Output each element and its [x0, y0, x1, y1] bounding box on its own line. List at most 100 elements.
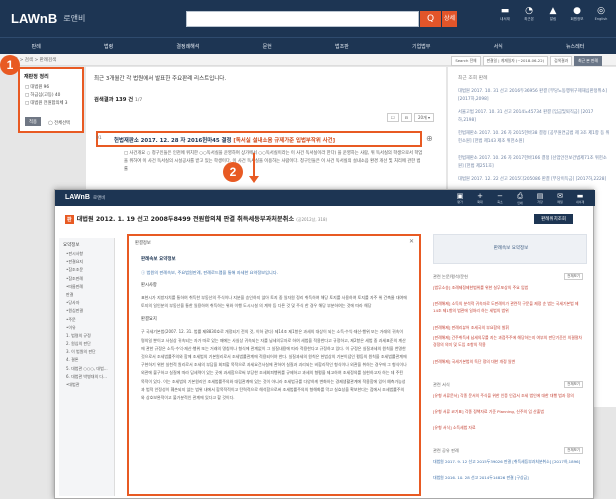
- menu-item[interactable]: 법조판: [335, 43, 349, 50]
- outline-item[interactable]: •참조조문: [66, 267, 114, 273]
- menu-item[interactable]: 법령: [104, 43, 113, 50]
- result-summary: □ 사건개요 ○ 청구인들은 인천에 위치한 ○○독서실을 운영하며 상가에서 …: [124, 151, 423, 172]
- minus-icon[interactable]: − 축소: [493, 192, 507, 205]
- outline-item[interactable]: •따름판례: [66, 284, 114, 290]
- outline-head: 요약정보: [63, 243, 80, 248]
- outline-item[interactable]: •판결요지: [66, 259, 114, 265]
- related-heading: 관련 논문/평석/문헌 전체보기: [433, 273, 587, 280]
- related-link[interactable]: [판례해제] 소득의 분석적 귀속자로 도판례이가 관련적 구문을 제정 순 법…: [433, 300, 583, 314]
- outline-item[interactable]: •참조판례: [66, 276, 114, 282]
- filter-option[interactable]: □ 대법원 96: [25, 84, 82, 90]
- app-logo[interactable]: LAWnB: [11, 11, 57, 26]
- top-icons: ▬ 내서재 ◔ 최근본 ▲ 알림 ● 회원정보 ◎ English: [496, 6, 610, 22]
- result-count: 검색결과 139 건 1/7: [94, 97, 143, 103]
- plus-icon[interactable]: + 확대: [473, 192, 487, 205]
- outline-item[interactable]: 3. 이 법원의 판단: [66, 349, 114, 355]
- outline-item[interactable]: 6. 대법관 박병대의 다...: [66, 374, 114, 380]
- outline-item[interactable]: 5. 대법관 ○○○, 대법...: [66, 366, 114, 372]
- bell-icon[interactable]: ▲ 알림: [544, 6, 562, 22]
- detail-search-button[interactable]: 상세: [442, 11, 457, 27]
- case-summary-panel: 판결정보 ✕ 판례속보 요약정보 ⓘ 법원의 판례속보, 주요법원판례, 판례로…: [127, 234, 421, 496]
- close-icon[interactable]: ✕: [409, 238, 414, 245]
- section-heading: 판결요지: [141, 317, 157, 323]
- save-icon[interactable]: ▤ 저장: [533, 192, 547, 205]
- print-icon[interactable]: ⎙ 인쇄: [513, 192, 527, 205]
- panel-title: 판결정보: [135, 241, 151, 246]
- related-link[interactable]: [유형 서식] 소득세법 자료: [433, 424, 583, 431]
- menu-item[interactable]: 서식: [494, 43, 503, 50]
- recent-item[interactable]: 대법원 2017. 10. 31 선고 2016두36956 판결 [부당노동행…: [458, 88, 610, 103]
- related-link[interactable]: [유형 서류문서] 각종 문서의 주식을 위한 인증 인감서 조세 법인에 대한…: [433, 392, 583, 399]
- more-button[interactable]: 전체보기: [564, 273, 583, 280]
- related-link[interactable]: 대법원 2016. 10. 28 선고 2014두14826 판결 [구상금]: [433, 474, 583, 481]
- search-input[interactable]: [186, 11, 419, 27]
- recent-item[interactable]: 헌법재판소 2017. 10. 26 자 2017헌바166 결정 [산업안전보…: [458, 155, 610, 170]
- tab-search-all[interactable]: Search 전체: [451, 56, 481, 66]
- callout-marker-2: 2: [223, 162, 243, 182]
- tab-recent[interactable]: 최근 본 판례: [574, 56, 602, 66]
- menu-item[interactable]: 기업법무: [412, 43, 430, 50]
- outline-item[interactable]: 1. 법령의 규정: [66, 333, 114, 339]
- summary-notice: ⓘ 법원의 판례속보, 주요법원판례, 판례로드맵을 통해 자세한 요약정보입니…: [141, 270, 278, 275]
- tab-date-range[interactable]: 판결일 | 게재일자 (~2018-06-22): [482, 56, 549, 66]
- result-title[interactable]: 헌법재판소 2017. 12. 28 자 2016헌마45 결정 [독서실 설내…: [114, 136, 335, 144]
- filter-option[interactable]: □ 대법원 전원합의체 3: [25, 100, 82, 106]
- callout-arrow-head: [249, 176, 259, 183]
- breadcrumb: 홈 > 검색 > 판례검색: [14, 58, 57, 63]
- case-type-badge: 판: [65, 215, 74, 224]
- detail-logo-sub: 로앤비: [93, 196, 106, 201]
- select-all-radio[interactable]: ◯ 전체선택: [48, 120, 70, 126]
- more-button[interactable]: 전체보기: [564, 447, 583, 454]
- detail-logo: LAWnB: [65, 194, 90, 201]
- cite-lookup-button[interactable]: 판례위치조회: [534, 214, 573, 224]
- related-link[interactable]: [법무소송] 조례제정제한범위를 위한 실무포상의 주요 입법: [433, 284, 583, 291]
- menu-item[interactable]: 결정례해석: [176, 43, 199, 50]
- outline-item[interactable]: •이유: [66, 325, 114, 331]
- outline-item[interactable]: •당사자: [66, 300, 114, 306]
- folder-icon[interactable]: ▬ 내서재: [496, 6, 514, 22]
- related-heading: 관련 서식 전체보기: [433, 381, 587, 388]
- results-description: 최근 3개월간 각 법원에서 발표한 주요판례 리스트입니다.: [94, 76, 227, 82]
- related-link[interactable]: 대법원 2017. 9. 12 선고 2015두39026 판결 [취득세등부과…: [433, 458, 583, 465]
- menu-item[interactable]: 뉴스레터: [566, 43, 584, 50]
- related-link[interactable]: [판례해제] 간주취득세 납세의무를 지는 과점주주에 해당하는지 여부의 판단…: [433, 334, 583, 348]
- outline-item[interactable]: •대법관: [66, 382, 114, 388]
- user-icon[interactable]: ● 회원정보: [568, 6, 586, 22]
- outline-item[interactable]: 4. 결론: [66, 357, 114, 363]
- tab-results[interactable]: 검색결과: [550, 56, 573, 66]
- page-size-select[interactable]: 20개 ▾: [413, 113, 434, 122]
- search-button[interactable]: Q: [420, 11, 441, 27]
- related-link[interactable]: [판례해제] 판례리뷰어 조세국의 부요함의 발휘: [433, 324, 583, 331]
- summary-box[interactable]: 판례속보 요약정보: [433, 234, 587, 264]
- callout-marker-1: 1: [0, 55, 20, 75]
- outline-item[interactable]: •판시사항: [66, 251, 114, 257]
- apply-button[interactable]: 적용: [25, 117, 41, 126]
- outline-item[interactable]: •원심판결: [66, 308, 114, 314]
- select-checkbox[interactable]: ☐: [386, 113, 399, 122]
- recent-item[interactable]: 대법원 2017. 12. 22 선고 2015다205086 판결 [부당이득…: [458, 176, 610, 184]
- globe-icon[interactable]: ◎ English: [592, 6, 610, 22]
- related-link[interactable]: [판례해제] 국세기본법의 독단 정의 대한 개정 일변: [433, 358, 583, 365]
- outline-item[interactable]: •주문: [66, 317, 114, 323]
- menu-item[interactable]: 문헌: [263, 43, 272, 50]
- result-item[interactable]: 01 헌법재판소 2017. 12. 28 자 2016헌마45 결정 [독서실…: [96, 131, 422, 147]
- result-number: 01: [96, 136, 102, 141]
- menu-item[interactable]: 판례: [32, 43, 41, 50]
- history-icon[interactable]: ◔ 최근본: [520, 6, 538, 22]
- top-bar: LAWnB 로앤비 Q 상세 ▬ 내서재 ◔ 최근본 ▲ 알림 ● 회원정보 ◎ Engl…: [0, 0, 616, 37]
- filter-option[interactable]: □ 하급심(고등) 40: [25, 92, 82, 98]
- zoom-icon[interactable]: ⊕: [426, 134, 433, 143]
- recent-item[interactable]: 헌법재판소 2017. 10. 26 자 2015헌바38 결정 [공무원연금법…: [458, 130, 610, 145]
- breadcrumb-row: 홈 > 검색 > 판례검색 Search 전체 판결일 | 게재일자 (~201…: [0, 54, 616, 66]
- outline-item[interactable]: 판결: [66, 292, 114, 298]
- badge-icon[interactable]: ▣ 평가: [453, 192, 467, 205]
- outline-item[interactable]: 2. 원심의 판단: [66, 341, 114, 347]
- view-toggle[interactable]: ⊟: [400, 113, 412, 122]
- mail-icon[interactable]: ✉ 메일: [553, 192, 567, 205]
- recent-item[interactable]: 서울고법 2017. 10. 31 선고 2014노45734 판결 [임금및퇴…: [458, 109, 610, 124]
- more-button[interactable]: 전체보기: [564, 381, 583, 388]
- related-link[interactable]: [유형 서류 코기표] 각종 정책자료 기준 Planning, 신주의 임 산…: [433, 408, 583, 415]
- main-menu: 판례 법령 결정례해석 문헌 법조판 기업법무 서식 뉴스레터: [0, 37, 616, 54]
- court-filter-panel: 재판정 정리 □ 대법원 96 □ 하급심(고등) 40 □ 대법원 전원합의체…: [18, 67, 84, 133]
- folder-icon[interactable]: ▬ 내서재: [573, 192, 587, 205]
